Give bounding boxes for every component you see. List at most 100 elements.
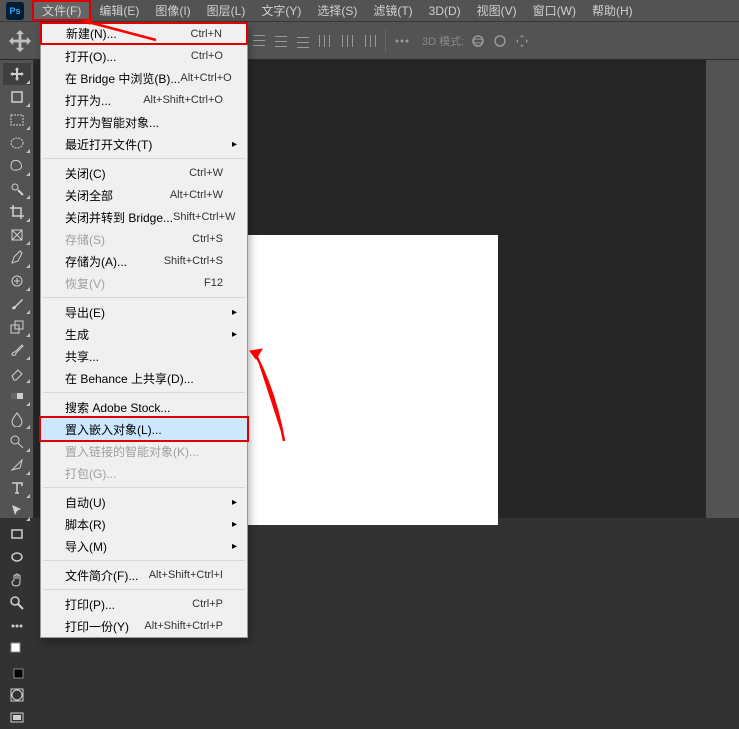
menu-item-shortcut: Ctrl+W	[189, 167, 223, 179]
file-menu-item[interactable]: 置入嵌入对象(L)...	[39, 416, 249, 442]
menu-item-label: 搜索 Adobe Stock...	[65, 399, 223, 416]
menu-item-label: 关闭全部	[65, 187, 170, 204]
orbit-3d-icon[interactable]	[470, 33, 486, 49]
menu-item-shortcut: Ctrl+O	[191, 50, 223, 62]
menu-item-label: 关闭并转到 Bridge...	[65, 209, 173, 226]
file-menu-item[interactable]: 打印一份(Y)Alt+Shift+Ctrl+P	[41, 615, 247, 637]
tool-ellipse[interactable]	[3, 546, 31, 568]
distribute-group	[251, 33, 377, 49]
file-menu-item[interactable]: 关闭并转到 Bridge...Shift+Ctrl+W	[41, 206, 247, 228]
tool-ellipse-marquee[interactable]	[3, 132, 31, 154]
tool-blur[interactable]	[3, 408, 31, 430]
file-menu-item: 存储(S)Ctrl+S	[41, 228, 247, 250]
menu-item-label: 脚本(R)	[65, 516, 223, 533]
tool-color-bg[interactable]	[3, 661, 31, 683]
file-menu-item: 恢复(V)F12	[41, 272, 247, 294]
tool-dodge[interactable]	[3, 431, 31, 453]
roll-3d-icon[interactable]	[492, 33, 508, 49]
menu-item-shortcut: Alt+Shift+Ctrl+O	[143, 94, 223, 106]
tool-color-fg[interactable]	[3, 638, 31, 660]
tool-lasso[interactable]	[3, 155, 31, 177]
tool-zoom[interactable]	[3, 592, 31, 614]
menu-item-label: 关闭(C)	[65, 165, 189, 182]
file-menu-item[interactable]: 打开为...Alt+Shift+Ctrl+O	[41, 89, 247, 111]
tool-rectangle[interactable]	[3, 523, 31, 545]
menu-item-label: 存储为(A)...	[65, 253, 164, 270]
file-menu-item[interactable]: 关闭全部Alt+Ctrl+W	[41, 184, 247, 206]
file-menu-item: 打包(G)...	[41, 462, 247, 484]
file-menu-item[interactable]: 打开为智能对象...	[41, 111, 247, 133]
menu-item-label: 文件简介(F)...	[65, 567, 149, 584]
tool-type[interactable]	[3, 477, 31, 499]
menu-item-label: 打印(P)...	[65, 596, 192, 613]
tool-artboard[interactable]	[3, 86, 31, 108]
menu-item-label: 自动(U)	[65, 494, 223, 511]
tool-path-select[interactable]	[3, 500, 31, 522]
menu-文字[interactable]: 文字(Y)	[253, 0, 309, 21]
file-menu-item[interactable]: 在 Behance 上共享(D)...	[41, 367, 247, 389]
right-panel-collapsed[interactable]	[705, 60, 739, 518]
annotation-arrow-1	[78, 18, 158, 49]
file-menu-item[interactable]: 存储为(A)...Shift+Ctrl+S	[41, 250, 247, 272]
file-menu-item[interactable]: 打印(P)...Ctrl+P	[41, 593, 247, 615]
file-menu-item[interactable]: 导出(E)	[41, 301, 247, 323]
menu-图层[interactable]: 图层(L)	[199, 0, 254, 21]
more-options-icon[interactable]	[394, 33, 410, 49]
file-menu-item[interactable]: 最近打开文件(T)	[41, 133, 247, 155]
dist-bottom-icon[interactable]	[295, 33, 311, 49]
menu-item-label: 打开为智能对象...	[65, 114, 223, 131]
tool-history-brush[interactable]	[3, 339, 31, 361]
menu-3d[interactable]: 3D(D)	[421, 0, 469, 21]
file-menu-item[interactable]: 搜索 Adobe Stock...	[41, 396, 247, 418]
tool-gradient[interactable]	[3, 385, 31, 407]
tool-screen-mode[interactable]	[3, 707, 31, 729]
menu-item-shortcut: Shift+Ctrl+W	[173, 211, 235, 223]
menu-item-label: 置入嵌入对象(L)...	[65, 421, 223, 438]
menu-item-label: 生成	[65, 326, 223, 343]
menu-item-label: 在 Behance 上共享(D)...	[65, 370, 223, 387]
menu-item-shortcut: Ctrl+P	[192, 598, 223, 610]
tools-panel	[0, 60, 34, 518]
tool-rect-marquee[interactable]	[3, 109, 31, 131]
tool-brush[interactable]	[3, 293, 31, 315]
menu-窗口[interactable]: 窗口(W)	[525, 0, 584, 21]
tool-pen[interactable]	[3, 454, 31, 476]
file-menu-item[interactable]: 关闭(C)Ctrl+W	[41, 162, 247, 184]
file-menu-item[interactable]: 共享...	[41, 345, 247, 367]
file-menu-item[interactable]: 脚本(R)	[41, 513, 247, 535]
pan-3d-icon[interactable]	[514, 33, 530, 49]
tool-eyedropper[interactable]	[3, 247, 31, 269]
menu-选择[interactable]: 选择(S)	[309, 0, 365, 21]
file-menu-item[interactable]: 生成	[41, 323, 247, 345]
tool-quick-select[interactable]	[3, 178, 31, 200]
tool-clone[interactable]	[3, 316, 31, 338]
tool-quick-mask[interactable]	[3, 684, 31, 706]
menu-item-label: 导出(E)	[65, 304, 223, 321]
file-menu-item[interactable]: 在 Bridge 中浏览(B)...Alt+Ctrl+O	[41, 67, 247, 89]
tool-eraser[interactable]	[3, 362, 31, 384]
menu-视图[interactable]: 视图(V)	[469, 0, 525, 21]
tool-spot-heal[interactable]	[3, 270, 31, 292]
file-menu-item[interactable]: 自动(U)	[41, 491, 247, 513]
tool-hand[interactable]	[3, 569, 31, 591]
menu-item-shortcut: Shift+Ctrl+S	[164, 255, 223, 267]
mode-3d-label: 3D 模式:	[422, 33, 464, 49]
menu-滤镜[interactable]: 滤镜(T)	[365, 0, 420, 21]
tool-frame[interactable]	[3, 224, 31, 246]
dist-right-icon[interactable]	[361, 33, 377, 49]
file-menu-item[interactable]: 文件简介(F)...Alt+Shift+Ctrl+I	[41, 564, 247, 586]
menu-item-label: 打开为...	[65, 92, 143, 109]
menu-item-label: 置入链接的智能对象(K)...	[65, 443, 223, 460]
dist-left-icon[interactable]	[317, 33, 333, 49]
menu-item-label: 打印一份(Y)	[65, 618, 144, 635]
tool-edit-toolbar[interactable]	[3, 615, 31, 637]
menu-帮助[interactable]: 帮助(H)	[584, 0, 641, 21]
dist-hcenter-icon[interactable]	[339, 33, 355, 49]
dist-vcenter-icon[interactable]	[273, 33, 289, 49]
menu-item-shortcut: Ctrl+N	[191, 28, 222, 40]
tool-move[interactable]	[3, 63, 31, 85]
dist-top-icon[interactable]	[251, 33, 267, 49]
tool-crop[interactable]	[3, 201, 31, 223]
file-menu-item[interactable]: 导入(M)	[41, 535, 247, 557]
menu-item-label: 导入(M)	[65, 538, 223, 555]
